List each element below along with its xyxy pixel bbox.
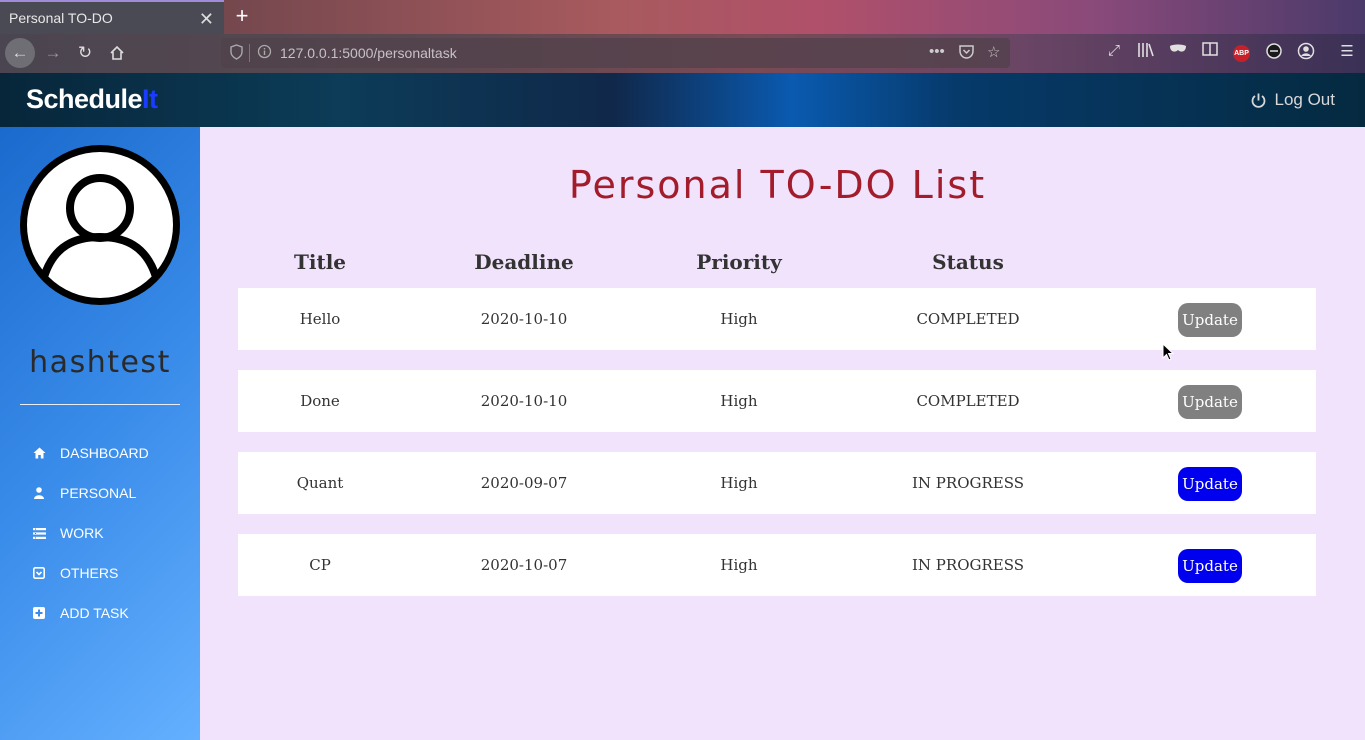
forward-icon[interactable]: →: [38, 38, 68, 68]
task-status: IN PROGRESS: [911, 556, 1025, 574]
sidebar-item-label: WORK: [60, 525, 104, 541]
task-deadline: 2020-09-07: [480, 474, 568, 492]
private-mask-icon[interactable]: [1167, 42, 1189, 59]
back-icon[interactable]: ←: [5, 38, 35, 68]
app-header: ScheduleIt Log Out: [0, 73, 1365, 127]
browser-tab-strip: Personal TO-DO ✕ +: [0, 0, 1365, 34]
task-deadline: 2020-10-10: [480, 310, 568, 328]
close-tab-icon[interactable]: ✕: [199, 9, 214, 30]
update-button[interactable]: Update: [1178, 549, 1242, 583]
user-avatar-icon: [20, 145, 180, 305]
task-title: Hello: [299, 310, 341, 328]
task-status: IN PROGRESS: [911, 474, 1025, 492]
reload-icon[interactable]: ↻: [70, 38, 100, 68]
url-text: 127.0.0.1:5000/personaltask: [280, 45, 457, 61]
brand-logo[interactable]: ScheduleIt: [26, 84, 158, 115]
home-icon: [32, 446, 46, 460]
address-divider: [249, 44, 250, 62]
task-status: COMPLETED: [916, 392, 1020, 410]
plus-square-icon: [32, 606, 46, 620]
mouse-cursor-icon: [1162, 342, 1175, 366]
task-priority: High: [720, 474, 758, 492]
update-button[interactable]: Update: [1178, 385, 1242, 419]
archive-icon: [32, 566, 46, 580]
avatar: [20, 145, 180, 305]
more-actions-icon[interactable]: •••: [929, 43, 945, 60]
column-header-priority: Priority: [696, 250, 782, 274]
sidebar-item-label: DASHBOARD: [60, 445, 149, 461]
table-row: Hello 2020-10-10 High COMPLETED Update: [238, 288, 1316, 350]
task-deadline: 2020-10-10: [480, 392, 568, 410]
info-icon[interactable]: [257, 44, 272, 62]
sidebar-item-label: OTHERS: [60, 565, 119, 581]
task-priority: High: [720, 392, 758, 410]
update-button[interactable]: Update: [1178, 303, 1242, 337]
browser-tab[interactable]: Personal TO-DO ✕: [0, 0, 224, 34]
sidebar-item-dashboard[interactable]: DASHBOARD: [32, 433, 149, 473]
task-deadline: 2020-10-07: [480, 556, 568, 574]
update-button[interactable]: Update: [1178, 467, 1242, 501]
sidebar-divider: [20, 404, 180, 405]
list-icon: [32, 526, 46, 540]
sidebar-item-others[interactable]: OTHERS: [32, 553, 149, 593]
task-status: COMPLETED: [916, 310, 1020, 328]
column-header-title: Title: [293, 250, 347, 274]
table-row: Done 2020-10-10 High COMPLETED Update: [238, 370, 1316, 432]
brand-name-part1: Schedule: [26, 84, 143, 114]
fullscreen-icon[interactable]: ⤢: [1103, 42, 1125, 59]
task-title: CP: [309, 556, 331, 574]
column-header-deadline: Deadline: [474, 250, 574, 274]
home-icon[interactable]: [102, 38, 132, 68]
account-icon[interactable]: [1295, 42, 1317, 64]
column-header-status: Status: [932, 250, 1004, 274]
logout-button[interactable]: Log Out: [1250, 90, 1336, 110]
username: hashtest: [29, 345, 171, 380]
bookmark-star-icon[interactable]: ☆: [987, 43, 1000, 61]
sidebar: hashtest DASHBOARD PERSONAL WORK OTHERS: [0, 127, 200, 740]
page-title: Personal TO-DO List: [568, 163, 987, 207]
table-header: Title Deadline Priority Status: [238, 250, 1316, 280]
address-bar[interactable]: 127.0.0.1:5000/personaltask ••• ☆: [221, 38, 1010, 68]
reader-view-icon[interactable]: [1199, 42, 1221, 60]
brand-name-part2: It: [142, 84, 158, 114]
user-icon: [32, 486, 46, 500]
extension-icon[interactable]: [1263, 42, 1285, 64]
task-priority: High: [720, 310, 758, 328]
sidebar-item-add-task[interactable]: ADD TASK: [32, 593, 149, 633]
logout-label: Log Out: [1274, 90, 1336, 109]
task-priority: High: [720, 556, 758, 574]
sidebar-menu: DASHBOARD PERSONAL WORK OTHERS ADD TASK: [32, 433, 149, 633]
sidebar-item-personal[interactable]: PERSONAL: [32, 473, 149, 513]
hamburger-menu-icon[interactable]: ☰: [1336, 42, 1358, 60]
sidebar-item-work[interactable]: WORK: [32, 513, 149, 553]
new-tab-icon[interactable]: +: [231, 4, 253, 28]
task-title: Quant: [296, 474, 344, 492]
table-row: Quant 2020-09-07 High IN PROGRESS Update: [238, 452, 1316, 514]
browser-toolbar: ← → ↻ 127.0.0.1:5000/personaltask ••• ☆ …: [0, 34, 1365, 73]
sidebar-item-label: ADD TASK: [60, 605, 129, 621]
table-row: CP 2020-10-07 High IN PROGRESS Update: [238, 534, 1316, 596]
shield-icon[interactable]: [230, 44, 243, 63]
task-title: Done: [300, 392, 340, 410]
tab-title: Personal TO-DO: [9, 10, 113, 26]
pocket-icon[interactable]: [958, 43, 975, 64]
library-icon[interactable]: [1135, 42, 1157, 62]
power-icon: [1251, 93, 1265, 108]
adblock-plus-icon[interactable]: ABP: [1233, 45, 1250, 62]
sidebar-item-label: PERSONAL: [60, 485, 137, 501]
